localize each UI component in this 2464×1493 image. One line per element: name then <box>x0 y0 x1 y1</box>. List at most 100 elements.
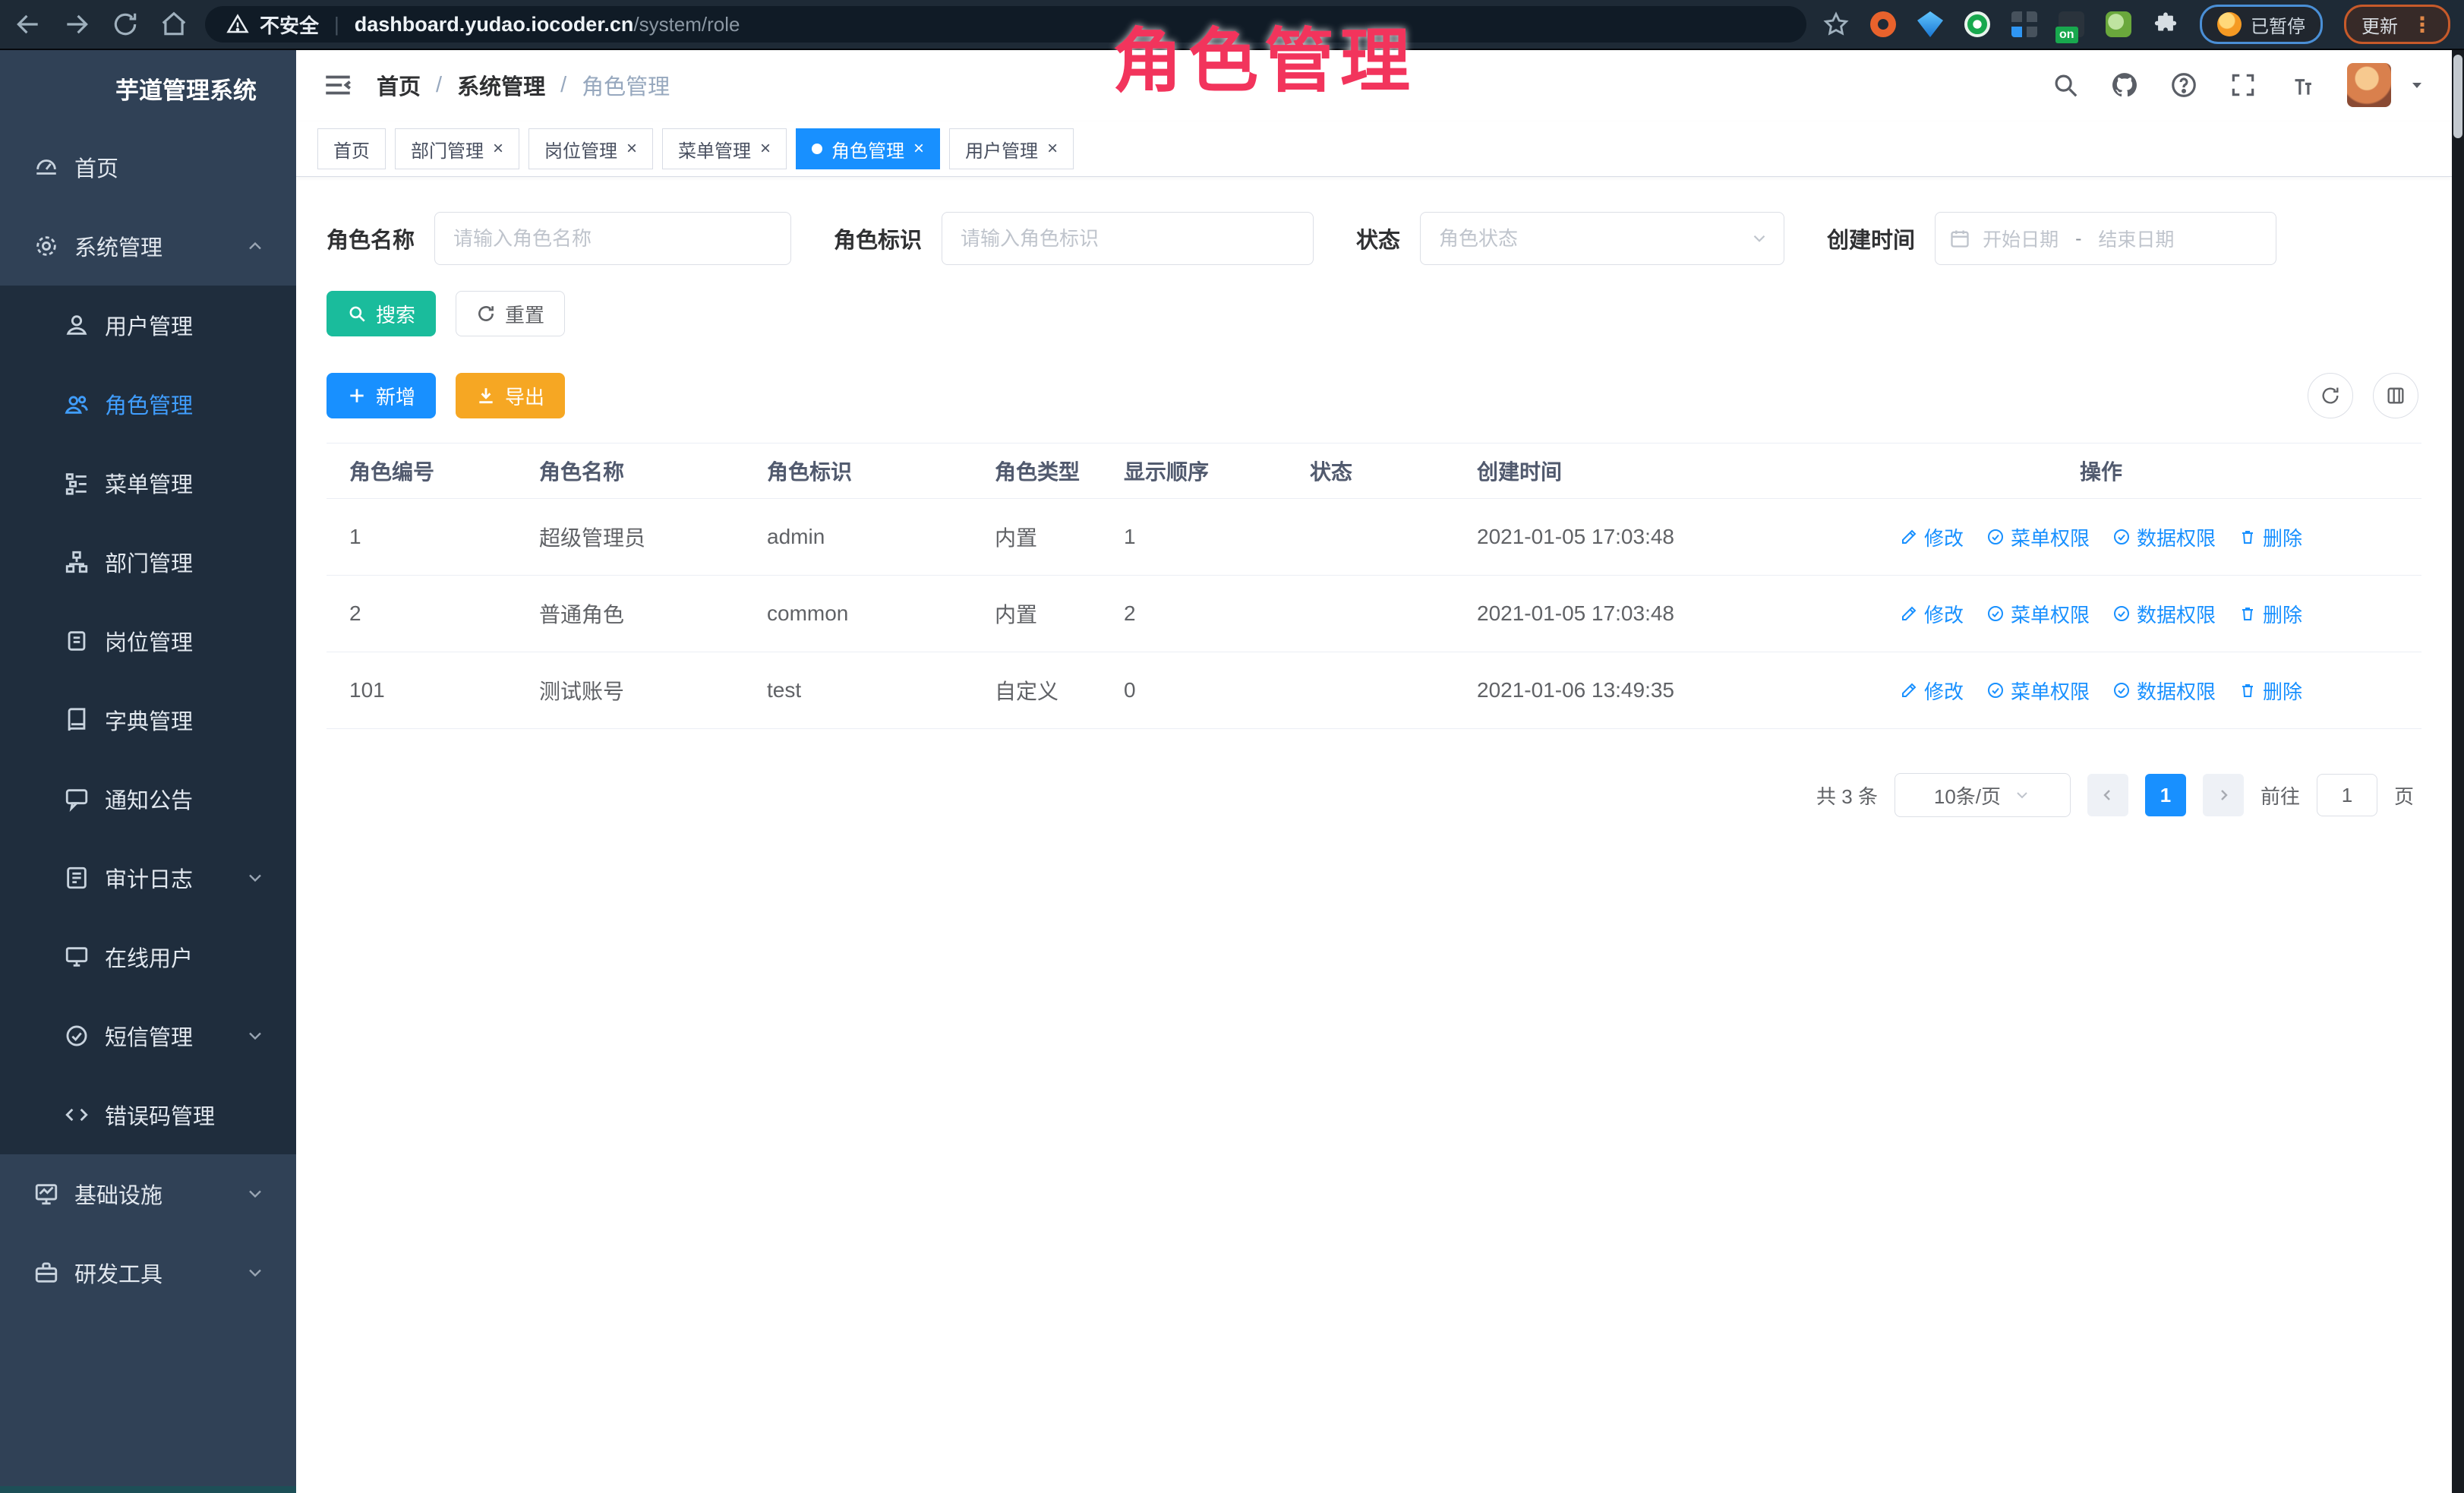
app-frame: 芋道管理系统 首页 系统管理 用户管理 角色管理 菜单管理 <box>0 49 2464 1493</box>
font-size-icon[interactable] <box>2288 71 2317 99</box>
delete-link[interactable]: 删除 <box>2238 523 2302 551</box>
tab-menus[interactable]: 菜单管理 × <box>662 128 787 169</box>
close-icon[interactable]: × <box>626 140 637 158</box>
sidebar-item-menus[interactable]: 菜单管理 <box>0 443 296 522</box>
edit-link[interactable]: 修改 <box>1900 677 1964 705</box>
close-icon[interactable]: × <box>1047 140 1058 158</box>
table-row: 1 超级管理员 admin 内置 1 2021-01-05 17:03:48 修… <box>327 499 2421 576</box>
tab-home[interactable]: 首页 <box>317 128 386 169</box>
role-name-input[interactable] <box>434 212 791 265</box>
sidebar-item-users[interactable]: 用户管理 <box>0 286 296 365</box>
col-header-key: 角色标识 <box>767 456 995 486</box>
sidebar-item-error-codes[interactable]: 错误码管理 <box>0 1075 296 1154</box>
tab-roles[interactable]: 角色管理 × <box>796 128 940 169</box>
back-icon[interactable] <box>14 10 43 39</box>
close-icon[interactable]: × <box>760 140 771 158</box>
menu-permission-link[interactable]: 菜单权限 <box>1986 523 2090 551</box>
close-icon[interactable]: × <box>913 140 924 158</box>
date-end-placeholder[interactable]: 结束日期 <box>2098 225 2174 252</box>
sidebar-item-dev-tools[interactable]: 研发工具 <box>0 1233 296 1312</box>
caret-down-icon[interactable] <box>2408 76 2426 94</box>
data-permission-link[interactable]: 数据权限 <box>2112 600 2216 628</box>
next-page-button[interactable] <box>2203 774 2244 816</box>
prev-page-button[interactable] <box>2087 774 2128 816</box>
date-range-picker[interactable]: 开始日期 - 结束日期 <box>1935 212 2276 265</box>
extensions-puzzle-icon[interactable] <box>2153 11 2178 37</box>
refresh-table-button[interactable] <box>2308 373 2353 418</box>
data-permission-link[interactable]: 数据权限 <box>2112 523 2216 551</box>
help-icon[interactable] <box>2169 71 2198 99</box>
url-bar[interactable]: 不安全 | dashboard.yudao.iocoder.cn /system… <box>205 6 1806 43</box>
browser-update-button[interactable]: 更新 ⋮ <box>2344 5 2450 44</box>
trash-icon <box>2238 604 2257 623</box>
sidebar-item-notice[interactable]: 通知公告 <box>0 759 296 838</box>
col-header-sort: 显示顺序 <box>1124 456 1310 486</box>
sidebar-item-sms[interactable]: 短信管理 <box>0 996 296 1075</box>
column-settings-button[interactable] <box>2373 373 2418 418</box>
app-logo-row[interactable]: 芋道管理系统 <box>0 49 296 128</box>
add-button[interactable]: 新增 <box>327 373 436 418</box>
data-permission-link[interactable]: 数据权限 <box>2112 677 2216 705</box>
filter-status: 状态 <box>1356 212 1784 265</box>
breadcrumb-system[interactable]: 系统管理 <box>457 69 545 101</box>
bookmark-star-icon[interactable] <box>1823 11 1849 37</box>
menu-permission-link[interactable]: 菜单权限 <box>1986 677 2090 705</box>
export-button[interactable]: 导出 <box>456 373 565 418</box>
chrome-menu-icon[interactable]: ⋮ <box>2412 12 2433 37</box>
search-button[interactable]: 搜索 <box>327 291 436 336</box>
sidebar-item-label: 错误码管理 <box>105 1099 215 1131</box>
cell-role-name: 超级管理员 <box>539 522 767 552</box>
menu-permission-link[interactable]: 菜单权限 <box>1986 600 2090 628</box>
reload-icon[interactable] <box>111 10 140 39</box>
sidebar-item-posts[interactable]: 岗位管理 <box>0 601 296 680</box>
date-start-placeholder[interactable]: 开始日期 <box>1983 225 2059 252</box>
forward-icon[interactable] <box>62 10 91 39</box>
status-select[interactable] <box>1420 212 1784 265</box>
edit-link[interactable]: 修改 <box>1900 600 1964 628</box>
sidebar-item-dict[interactable]: 字典管理 <box>0 680 296 759</box>
tab-users[interactable]: 用户管理 × <box>949 128 1074 169</box>
page-scrollbar[interactable] <box>2452 50 2464 1493</box>
security-label[interactable]: 不安全 <box>260 11 319 39</box>
col-header-time: 创建时间 <box>1477 456 1803 486</box>
sidebar-item-label: 短信管理 <box>105 1020 193 1052</box>
refresh-icon <box>2320 385 2341 406</box>
sidebar-item-infrastructure[interactable]: 基础设施 <box>0 1154 296 1233</box>
sidebar-item-online-users[interactable]: 在线用户 <box>0 917 296 996</box>
avatar[interactable] <box>2347 63 2391 107</box>
sidebar-item-roles[interactable]: 角色管理 <box>0 365 296 443</box>
search-icon[interactable] <box>2051 71 2080 99</box>
chevron-down-icon <box>2013 786 2031 804</box>
extension-grid-icon[interactable] <box>2011 11 2037 37</box>
breadcrumb-home[interactable]: 首页 <box>377 69 421 101</box>
page-size-select[interactable]: 10条/页 <box>1895 773 2071 817</box>
github-icon[interactable] <box>2110 71 2139 99</box>
edit-link[interactable]: 修改 <box>1900 523 1964 551</box>
tab-posts[interactable]: 岗位管理 × <box>528 128 653 169</box>
scrollbar-thumb[interactable] <box>2453 55 2462 138</box>
sidebar-item-audit-log[interactable]: 审计日志 <box>0 838 296 917</box>
extension-dark-icon[interactable]: on <box>2059 11 2084 37</box>
profile-paused-chip[interactable]: 已暂停 <box>2200 5 2323 44</box>
extension-green-circle-icon[interactable] <box>1964 11 1990 37</box>
sidebar-item-departments[interactable]: 部门管理 <box>0 522 296 601</box>
sidebar-item-system[interactable]: 系统管理 <box>0 207 296 286</box>
close-icon[interactable]: × <box>493 140 503 158</box>
extension-gem-icon[interactable] <box>1917 11 1943 37</box>
extension-orange-icon[interactable] <box>1870 11 1896 37</box>
status-select-input[interactable] <box>1420 212 1784 265</box>
cell-actions: 修改 菜单权限 数据权限 删除 <box>1803 677 2399 705</box>
sidebar-toggle-icon[interactable] <box>322 69 354 101</box>
extension-leaf-icon[interactable] <box>2106 11 2131 37</box>
role-key-input[interactable] <box>942 212 1314 265</box>
goto-page-input[interactable] <box>2317 774 2377 816</box>
home-icon[interactable] <box>159 10 188 39</box>
reset-button[interactable]: 重置 <box>456 291 565 336</box>
current-page-button[interactable]: 1 <box>2145 774 2186 816</box>
delete-link[interactable]: 删除 <box>2238 677 2302 705</box>
fullscreen-icon[interactable] <box>2229 71 2257 99</box>
sidebar-item-home[interactable]: 首页 <box>0 128 296 207</box>
delete-link[interactable]: 删除 <box>2238 600 2302 628</box>
tab-departments[interactable]: 部门管理 × <box>395 128 519 169</box>
table-header-row: 角色编号 角色名称 角色标识 角色类型 显示顺序 状态 创建时间 操作 <box>327 443 2421 499</box>
